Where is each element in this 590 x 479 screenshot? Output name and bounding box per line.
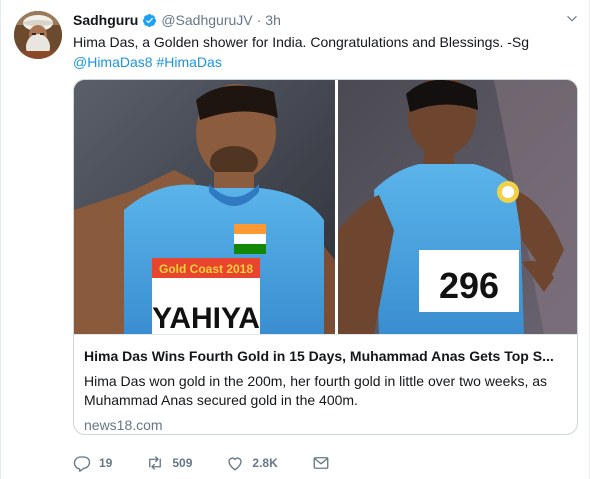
heart-icon (228, 457, 243, 471)
like-button[interactable]: 2.8K (226, 454, 278, 472)
card-body[interactable]: Hima Das Wins Fourth Gold in 15 Days, Mu… (74, 334, 577, 434)
tweet-text-line: Hima Das, a Golden shower for India. Con… (73, 34, 530, 50)
card-title[interactable]: Hima Das Wins Fourth Gold in 15 Days, Mu… (84, 347, 569, 366)
direct-message-button[interactable] (312, 454, 330, 472)
reply-button[interactable]: 19 (73, 454, 112, 472)
tweet-text: Hima Das, a Golden shower for India. Con… (73, 32, 573, 72)
card-photo: Gold Coast 2018 YAHIYA 296 (74, 80, 577, 335)
card-image[interactable]: Gold Coast 2018 YAHIYA 296 (74, 80, 577, 335)
tweet-timestamp[interactable]: 3h (265, 12, 281, 28)
tweet[interactable]: Sadhguru @SadhguruJV · 3h Hima Das, a Go… (0, 0, 590, 479)
author-name[interactable]: Sadhguru (73, 12, 138, 28)
retweet-button[interactable]: 509 (146, 454, 192, 472)
verified-badge-icon (143, 13, 157, 27)
chevron-down-icon[interactable] (565, 12, 579, 26)
separator-dot: · (256, 12, 262, 28)
bib-name-text: YAHIYA (152, 302, 260, 334)
mention-link[interactable]: @HimaDas8 (73, 54, 153, 70)
card-domain: news18.com (84, 417, 163, 433)
hashtag-link[interactable]: #HimaDas (156, 54, 221, 70)
bib-banner-text: Gold Coast 2018 (159, 262, 253, 276)
card-description: Hima Das won gold in the 200m, her fourt… (84, 373, 548, 408)
tweet-header: Sadhguru @SadhguruJV · 3h (73, 10, 579, 30)
avatar[interactable] (14, 11, 62, 59)
tweet-text-tags: @HimaDas8 #HimaDas (73, 52, 573, 72)
reply-icon (73, 456, 91, 472)
avatar-image (14, 11, 62, 59)
retweet-count: 509 (172, 456, 193, 470)
envelope-icon (313, 457, 329, 469)
link-card[interactable]: Gold Coast 2018 YAHIYA 296 Hima Das Wins… (73, 79, 578, 435)
author-handle[interactable]: @SadhguruJV (161, 12, 252, 28)
tweet-actions: 19 509 2.8K (73, 452, 364, 474)
reply-count: 19 (99, 456, 113, 470)
retweet-icon (149, 456, 162, 470)
like-count: 2.8K (252, 456, 278, 470)
bib-number-text: 296 (439, 265, 499, 306)
